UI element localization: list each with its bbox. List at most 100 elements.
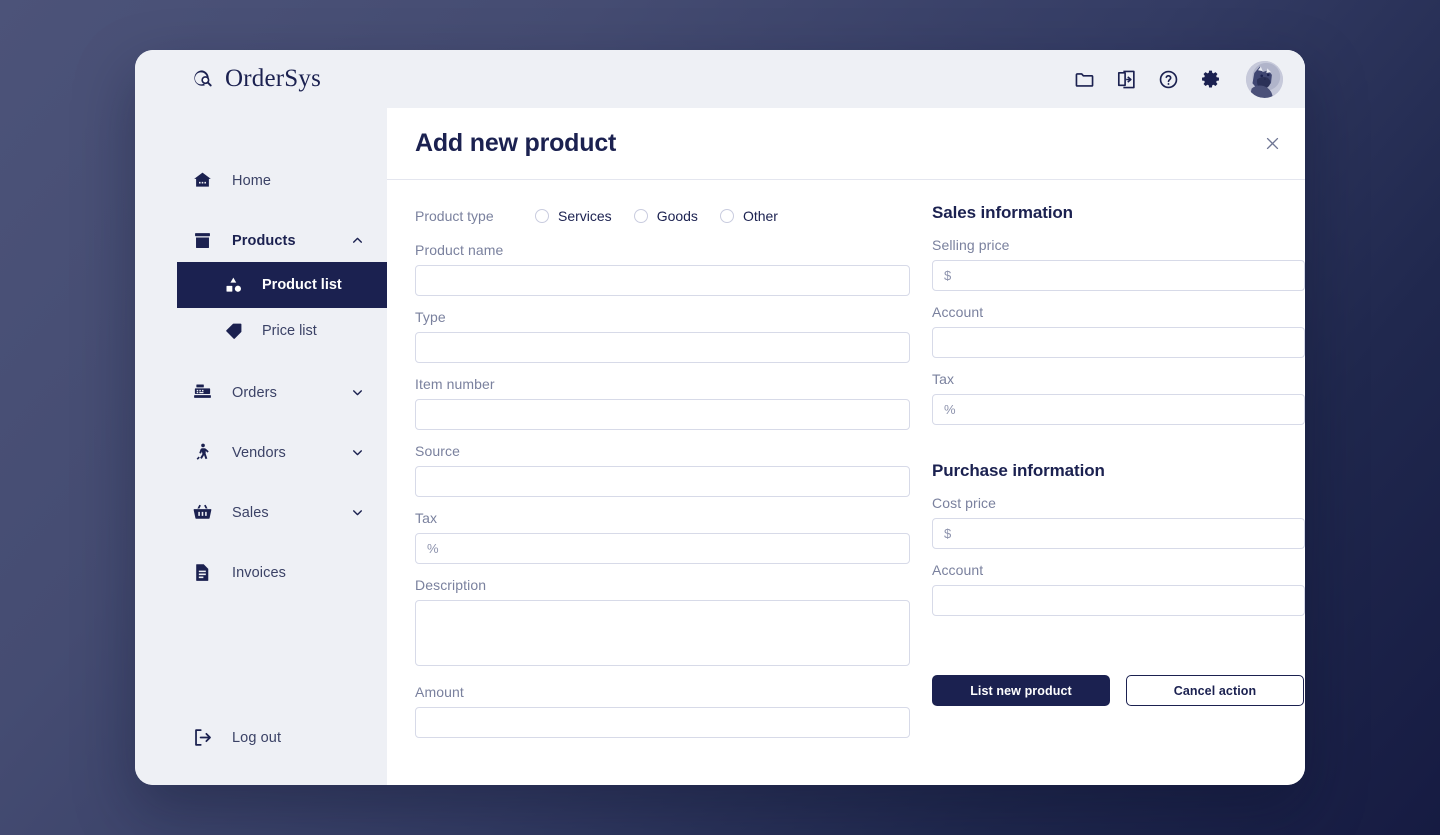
sidebar-item-label: Products	[232, 232, 296, 249]
form-right-column: Sales information Selling price Account …	[932, 203, 1305, 785]
sidebar-nav: Home Products Product list Price list Or…	[135, 108, 387, 594]
document-icon	[192, 562, 213, 583]
gear-icon[interactable]	[1200, 69, 1221, 90]
tax-input[interactable]	[415, 533, 910, 564]
sidebar-item-orders[interactable]: Orders	[135, 371, 387, 414]
chevron-up-icon[interactable]	[351, 234, 364, 247]
sidebar-item-price-list[interactable]: Price list	[177, 308, 387, 354]
brand-name: OrderSys	[225, 65, 322, 92]
field-product-name: Product name	[415, 242, 910, 296]
shapes-icon	[224, 275, 244, 295]
field-label: Cost price	[932, 495, 997, 511]
folder-icon[interactable]	[1074, 69, 1095, 90]
field-label: Description	[415, 577, 487, 593]
brand[interactable]: OrderSys	[135, 50, 387, 108]
field-purchase-account: Account	[932, 562, 1305, 616]
sidebar-item-products[interactable]: Products	[135, 219, 387, 262]
radio-circle-icon	[719, 209, 734, 223]
tag-icon	[224, 321, 244, 341]
field-selling-price: Selling price	[932, 237, 1305, 291]
archive-box-icon	[192, 230, 213, 251]
field-source: Source	[415, 443, 910, 497]
page-title: Add new product	[415, 129, 617, 157]
field-type: Type	[415, 309, 910, 363]
radio-option-other[interactable]: Other	[719, 208, 778, 224]
item-number-input[interactable]	[415, 399, 910, 430]
logout-icon	[192, 727, 213, 748]
sidebar-item-label: Invoices	[232, 564, 286, 581]
basket-icon	[192, 502, 213, 523]
sidebar-item-label: Sales	[232, 504, 269, 521]
type-input[interactable]	[415, 332, 910, 363]
avatar[interactable]	[1246, 60, 1283, 98]
radio-option-goods[interactable]: Goods	[633, 208, 698, 224]
field-amount: Amount	[415, 684, 910, 738]
sidebar-item-label: Log out	[232, 729, 282, 746]
sidebar-item-product-list[interactable]: Product list	[177, 262, 387, 308]
chevron-down-icon[interactable]	[351, 446, 364, 459]
field-label: Amount	[415, 684, 464, 700]
cost-price-input[interactable]	[932, 518, 1305, 549]
field-cost-price: Cost price	[932, 495, 1305, 549]
panel-body: Product type Services Goods Other Produc…	[387, 180, 1305, 785]
topbar	[387, 50, 1305, 108]
sidebar-item-logout[interactable]: Log out	[135, 716, 387, 759]
field-label: Product name	[415, 242, 504, 258]
field-label: Item number	[415, 376, 495, 392]
walking-person-icon	[192, 442, 213, 463]
field-tax: Tax	[415, 510, 910, 564]
sidebar-item-label: Vendors	[232, 444, 286, 461]
sidebar-item-invoices[interactable]: Invoices	[135, 551, 387, 594]
radio-label: Services	[558, 208, 612, 224]
sidebar-item-sales[interactable]: Sales	[135, 491, 387, 534]
chevron-down-icon[interactable]	[351, 386, 364, 399]
sidebar-item-label: Orders	[232, 384, 277, 401]
main-area: Add new product Product type Services Go…	[387, 50, 1305, 785]
sidebar: OrderSys Home Products Product list Pric…	[135, 50, 387, 785]
radio-label: Other	[742, 208, 778, 224]
form-left-column: Product type Services Goods Other Produc…	[415, 203, 910, 785]
sales-information-heading: Sales information	[932, 203, 1073, 222]
sidebar-item-vendors[interactable]: Vendors	[135, 431, 387, 474]
field-sales-account: Account	[932, 304, 1305, 358]
field-label: Account	[932, 304, 984, 320]
product-type-label: Product type	[415, 208, 494, 224]
product-type-row: Product type Services Goods Other	[415, 203, 910, 229]
app-window: OrderSys Home Products Product list Pric…	[135, 50, 1305, 785]
purchase-account-input[interactable]	[932, 585, 1305, 616]
field-label: Selling price	[932, 237, 1010, 253]
purchase-information-heading: Purchase information	[932, 461, 1105, 480]
close-icon[interactable]	[1259, 131, 1285, 157]
selling-price-input[interactable]	[932, 260, 1305, 291]
sidebar-item-home[interactable]: Home	[135, 159, 387, 202]
radio-circle-icon	[633, 209, 648, 223]
cancel-action-button[interactable]: Cancel action	[1126, 675, 1304, 706]
field-label: Type	[415, 309, 446, 325]
source-input[interactable]	[415, 466, 910, 497]
list-new-product-button[interactable]: List new product	[932, 675, 1110, 706]
sales-tax-input[interactable]	[932, 394, 1305, 425]
radio-label: Goods	[656, 208, 698, 224]
radio-circle-icon	[535, 209, 549, 223]
home-icon	[192, 170, 213, 191]
amount-input[interactable]	[415, 707, 910, 738]
sales-account-input[interactable]	[932, 327, 1305, 358]
description-textarea[interactable]	[415, 600, 910, 666]
export-document-icon[interactable]	[1116, 69, 1137, 90]
field-item-number: Item number	[415, 376, 910, 430]
field-sales-tax: Tax	[932, 371, 1305, 425]
radio-option-services[interactable]: Services	[535, 208, 612, 224]
help-circle-icon[interactable]	[1158, 69, 1179, 90]
sidebar-item-label: Home	[232, 172, 272, 189]
cash-register-icon	[192, 382, 213, 403]
sidebar-subitem-label: Product list	[262, 277, 342, 293]
product-name-input[interactable]	[415, 265, 910, 296]
chevron-down-icon[interactable]	[351, 506, 364, 519]
panel-header: Add new product	[387, 108, 1305, 180]
field-label: Account	[932, 562, 984, 578]
